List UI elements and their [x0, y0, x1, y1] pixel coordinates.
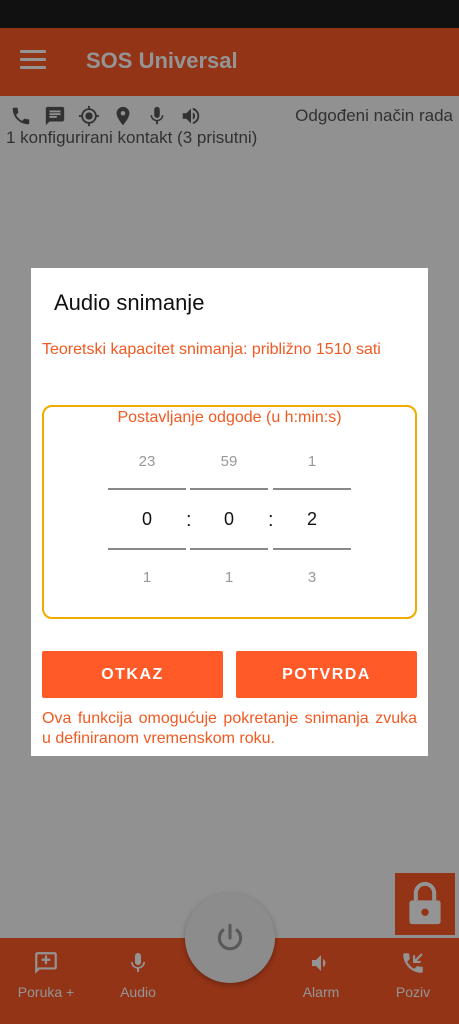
capacity-text: Teoretski kapacitet snimanja: približno …	[42, 341, 381, 358]
delay-time-picker: Postavljanje odgode (u h:min:s) 23 0 1 :…	[42, 405, 417, 619]
seconds-prev[interactable]: 1	[273, 453, 351, 470]
hours-prev[interactable]: 23	[108, 453, 186, 470]
hours-next[interactable]: 1	[108, 569, 186, 586]
picker-label: Postavljanje odgode (u h:min:s)	[117, 409, 342, 426]
minutes-wheel[interactable]: 59 0 1	[190, 445, 268, 605]
seconds-wheel[interactable]: 1 2 3	[273, 445, 351, 605]
picker-divider	[190, 548, 268, 550]
picker-divider	[108, 488, 186, 490]
minutes-next[interactable]: 1	[190, 569, 268, 586]
seconds-value[interactable]: 2	[273, 509, 351, 530]
cancel-button[interactable]: OTKAZ	[42, 651, 223, 698]
picker-divider	[190, 488, 268, 490]
picker-divider	[273, 488, 351, 490]
picker-divider	[273, 548, 351, 550]
dialog-title: Audio snimanje	[54, 290, 205, 315]
hours-value[interactable]: 0	[108, 509, 186, 530]
confirm-button[interactable]: POTVRDA	[236, 651, 417, 698]
picker-divider	[108, 548, 186, 550]
seconds-next[interactable]: 3	[273, 569, 351, 586]
minutes-value[interactable]: 0	[190, 509, 268, 530]
info-text: Ova funkcija omogućuje pokretanje sniman…	[42, 710, 417, 747]
minutes-prev[interactable]: 59	[190, 453, 268, 470]
audio-recording-dialog: Audio snimanje Teoretski kapacitet snima…	[31, 268, 428, 756]
hours-wheel[interactable]: 23 0 1	[108, 445, 186, 605]
